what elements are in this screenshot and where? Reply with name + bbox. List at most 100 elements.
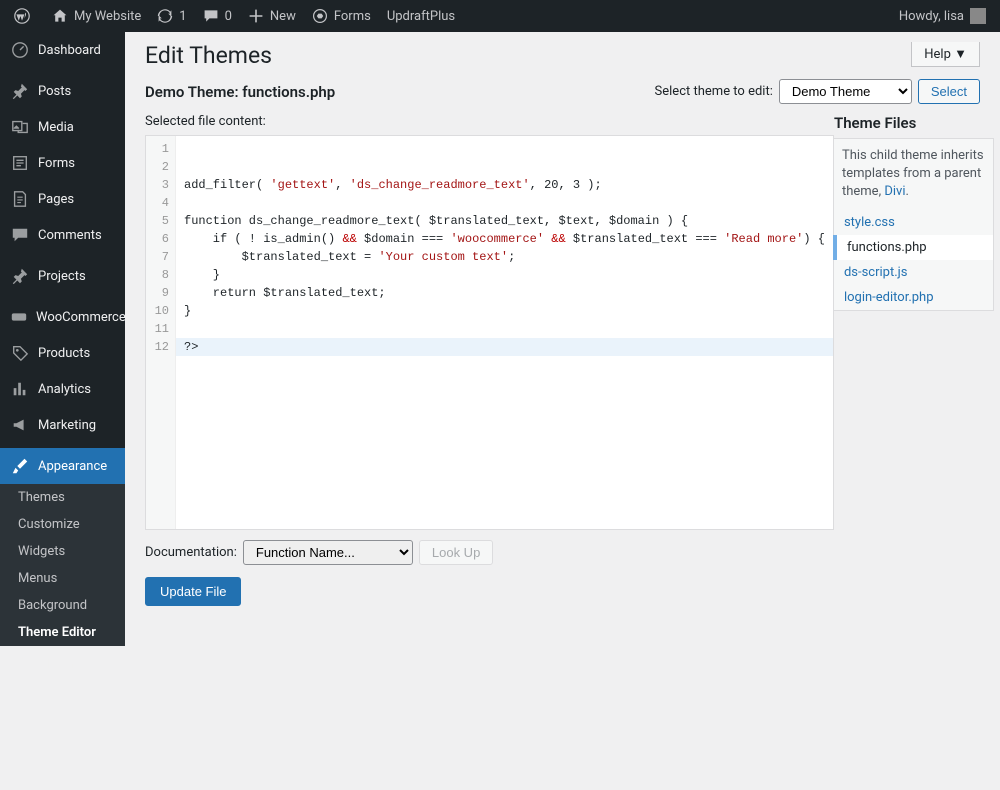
brush-icon <box>10 456 30 476</box>
sidebar-item-users[interactable]: Users <box>0 718 125 754</box>
sidebar-item-label: Users <box>38 729 71 744</box>
sidebar-item-snippets[interactable]: Snippets <box>0 682 125 718</box>
forms-icon <box>312 8 328 24</box>
sidebar-item-label: Media <box>38 120 74 135</box>
avatar <box>970 8 986 24</box>
chart-icon <box>10 379 30 399</box>
help-tab[interactable]: Help ▼ <box>911 42 980 67</box>
new-label: New <box>270 9 296 24</box>
woo-icon <box>10 307 28 327</box>
sidebar-item-label: Dashboard <box>38 43 101 58</box>
sidebar-item-label: WooCommerce <box>36 310 126 325</box>
media-icon <box>10 117 30 137</box>
plus-icon <box>248 8 264 24</box>
selected-file-label: Selected file content: <box>145 114 834 129</box>
sidebar-item-dashboard[interactable]: Dashboard <box>0 32 125 68</box>
sidebar-item-products[interactable]: Products <box>0 335 125 371</box>
updraft-bar[interactable]: UpdraftPlus <box>379 0 463 32</box>
sidebar-item-label: Comments <box>38 228 102 243</box>
wrench-icon <box>10 762 30 782</box>
forms-bar[interactable]: Forms <box>304 0 379 32</box>
main-content: Help ▼ Edit Themes Demo Theme: functions… <box>125 32 1000 625</box>
sidebar-item-label: Products <box>38 346 90 361</box>
select-theme-label: Select theme to edit: <box>655 84 773 99</box>
sidebar-item-marketing[interactable]: Marketing <box>0 407 125 443</box>
theme-file-ds-script-js[interactable]: ds-script.js <box>834 260 993 285</box>
refresh-icon <box>157 8 173 24</box>
submenu-background[interactable]: Background <box>0 592 125 619</box>
sidebar-item-analytics[interactable]: Analytics <box>0 371 125 407</box>
documentation-select[interactable]: Function Name... <box>243 540 413 565</box>
pin-icon <box>10 81 30 101</box>
theme-select[interactable]: Demo Theme <box>779 79 912 104</box>
sidebar-item-plugins[interactable]: Plugins <box>0 646 125 682</box>
parent-theme-link[interactable]: Divi <box>884 184 905 199</box>
theme-files-panel: This child theme inherits templates from… <box>834 138 994 311</box>
submenu-customize[interactable]: Customize <box>0 511 125 538</box>
sidebar-item-comments[interactable]: Comments <box>0 217 125 253</box>
dash-icon <box>10 40 30 60</box>
code-lines[interactable]: add_filter( 'gettext', 'ds_change_readmo… <box>176 136 833 529</box>
sidebar-item-forms[interactable]: Forms <box>0 145 125 181</box>
wp-logo[interactable] <box>6 0 44 32</box>
sidebar-item-woocommerce[interactable]: WooCommerce <box>0 299 125 335</box>
theme-file-functions-php[interactable]: functions.php <box>833 235 993 260</box>
updraft-label: UpdraftPlus <box>387 9 455 24</box>
theme-file-style-css[interactable]: style.css <box>834 210 993 235</box>
select-button[interactable]: Select <box>918 79 980 104</box>
mega-icon <box>10 415 30 435</box>
site-name-label: My Website <box>74 9 141 24</box>
site-name[interactable]: My Website <box>44 0 149 32</box>
sidebar-item-label: Snippets <box>38 693 89 708</box>
wordpress-icon <box>14 8 30 24</box>
comments-bar[interactable]: 0 <box>195 0 240 32</box>
sidebar-item-label: Pages <box>38 192 74 207</box>
doc-label: Documentation: <box>145 545 237 560</box>
update-file-button[interactable]: Update File <box>145 577 241 606</box>
theme-files-heading: Theme Files <box>834 114 994 132</box>
sidebar-item-label: Analytics <box>38 382 91 397</box>
comments-count: 0 <box>225 9 232 24</box>
sidebar-item-posts[interactable]: Posts <box>0 73 125 109</box>
updates[interactable]: 1 <box>149 0 194 32</box>
forms-label: Forms <box>334 9 371 24</box>
theme-file-login-editor-php[interactable]: login-editor.php <box>834 285 993 310</box>
sidebar-item-label: Plugins <box>38 657 81 672</box>
home-icon <box>52 8 68 24</box>
sidebar-item-appearance[interactable]: Appearance <box>0 448 125 484</box>
my-account[interactable]: Howdy, lisa <box>891 0 994 32</box>
comment-icon <box>10 225 30 245</box>
sidebar-item-projects[interactable]: Projects <box>0 258 125 294</box>
sidebar-item-label: Forms <box>38 156 75 171</box>
submenu-themes[interactable]: Themes <box>0 484 125 511</box>
scissors-icon <box>10 690 30 710</box>
pin-icon <box>10 266 30 286</box>
file-heading: Demo Theme: functions.php <box>145 83 335 101</box>
submenu-menus[interactable]: Menus <box>0 565 125 592</box>
sidebar-item-media[interactable]: Media <box>0 109 125 145</box>
submenu-widgets[interactable]: Widgets <box>0 538 125 565</box>
new-content[interactable]: New <box>240 0 304 32</box>
sidebar-item-pages[interactable]: Pages <box>0 181 125 217</box>
lookup-button[interactable]: Look Up <box>419 540 493 565</box>
inherit-note: This child theme inherits templates from… <box>834 139 993 210</box>
sidebar-item-tools[interactable]: Tools <box>0 754 125 790</box>
admin-sidebar: Dashboard Posts Media Forms Pages Comments Pro… <box>0 32 125 625</box>
updates-count: 1 <box>179 9 186 24</box>
sidebar-item-label: Appearance <box>38 459 107 474</box>
user-icon <box>10 726 30 746</box>
plug-icon <box>10 654 30 674</box>
line-gutter: 1 2 3 4 5 6 7 8 9 10 11 12 <box>146 136 176 529</box>
admin-bar: My Website 1 0 New Forms UpdraftPlus How… <box>0 0 1000 32</box>
comment-icon <box>203 8 219 24</box>
sidebar-item-label: Tools <box>38 765 70 780</box>
howdy-label: Howdy, lisa <box>899 9 964 24</box>
page-icon <box>10 189 30 209</box>
code-editor[interactable]: 1 2 3 4 5 6 7 8 9 10 11 12 add_filter( '… <box>145 135 834 530</box>
sidebar-item-label: Posts <box>38 84 71 99</box>
sidebar-item-label: Marketing <box>38 418 96 433</box>
page-title: Edit Themes <box>145 42 980 69</box>
sidebar-item-label: Projects <box>38 269 86 284</box>
forms-icon <box>10 153 30 173</box>
submenu-theme-editor[interactable]: Theme Editor <box>0 619 125 646</box>
